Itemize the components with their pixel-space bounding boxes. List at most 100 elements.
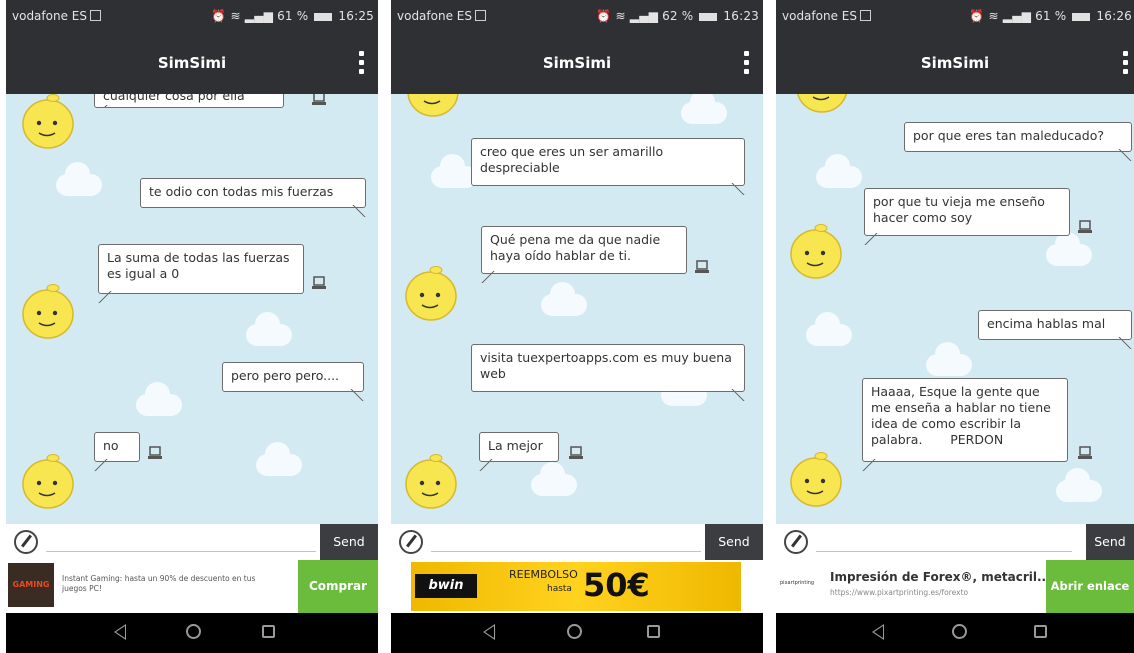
cloud-decoration	[531, 461, 577, 496]
ad-banner[interactable]: bwin REEMBOLSO hasta 50€	[391, 560, 763, 613]
battery-percent: 61 %	[1035, 9, 1067, 23]
clock: 16:26	[1096, 9, 1132, 23]
cloud-decoration	[1046, 231, 1092, 266]
message-input[interactable]	[431, 551, 701, 552]
report-icon[interactable]	[312, 94, 326, 106]
message-input-bar: Send	[6, 524, 378, 560]
back-icon[interactable]	[114, 624, 126, 640]
battery-percent: 61 %	[277, 9, 309, 23]
home-icon[interactable]	[186, 624, 201, 639]
app-title: SimSimi	[157, 54, 227, 72]
user-message: encima hablas mal	[978, 310, 1132, 349]
ad-buy-button[interactable]: Comprar	[298, 560, 378, 613]
cloud-decoration	[926, 341, 972, 376]
pencil-icon[interactable]	[399, 530, 423, 554]
battery-percent: 62 %	[662, 9, 694, 23]
signal-icon: ▂▄▆	[1002, 9, 1032, 23]
report-icon[interactable]	[569, 446, 583, 460]
simsimi-message: por que tu vieja me enseño hacer como so…	[864, 188, 1070, 245]
app-bar: SimSimi	[6, 34, 378, 94]
alarm-icon: ⏰	[596, 9, 612, 23]
simsimi-message: Qué pena me da que nadie haya oído habla…	[481, 226, 687, 283]
battery-icon	[699, 13, 718, 21]
report-icon[interactable]	[1078, 446, 1092, 460]
phone-screen-2: vodafone ES ⏰ ≋ ▂▄▆ 62 % 16:23 SimSimi c…	[391, 0, 763, 653]
user-message: pero pero pero....	[222, 362, 364, 401]
simsimi-message: cualquier cosa por ella	[94, 94, 284, 108]
ad-banner[interactable]: pixartprinting Impresión de Forex®, meta…	[776, 560, 1134, 613]
ad-open-link-button[interactable]: Abrir enlace	[1046, 560, 1134, 613]
overflow-menu-icon[interactable]	[352, 48, 370, 82]
send-button[interactable]: Send	[705, 524, 763, 560]
app-title: SimSimi	[542, 54, 612, 72]
carrier-label: vodafone ES	[12, 9, 87, 23]
message-input[interactable]	[46, 551, 316, 552]
report-icon[interactable]	[148, 446, 162, 460]
simsimi-avatar-icon	[797, 94, 847, 113]
carrier-label: vodafone ES	[397, 9, 472, 23]
recent-apps-icon[interactable]	[647, 625, 660, 638]
cloud-decoration	[1056, 467, 1102, 502]
overflow-menu-icon[interactable]	[1116, 48, 1134, 82]
android-nav-bar	[6, 613, 378, 653]
send-button[interactable]: Send	[1086, 524, 1134, 560]
user-message: te odio con todas mis fuerzas	[140, 178, 366, 217]
clock: 16:25	[338, 9, 374, 23]
recent-apps-icon[interactable]	[262, 625, 275, 638]
sim-icon	[859, 10, 871, 21]
simsimi-message: La suma de todas las fuerzas es igual a …	[98, 244, 304, 303]
message-input-bar: Send	[391, 524, 763, 560]
cloud-decoration	[681, 94, 727, 124]
report-icon[interactable]	[695, 260, 709, 274]
simsimi-avatar-icon	[407, 94, 459, 117]
cloud-decoration	[246, 311, 292, 346]
home-icon[interactable]	[567, 624, 582, 639]
cloud-decoration	[136, 381, 182, 416]
chat-area[interactable]: creo que eres un ser amarillo despreciab…	[391, 94, 763, 524]
alarm-icon: ⏰	[211, 9, 227, 23]
wifi-icon: ≋	[615, 9, 626, 23]
app-bar: SimSimi	[776, 34, 1134, 94]
battery-icon	[1072, 13, 1091, 21]
message-input[interactable]	[816, 551, 1072, 552]
cloud-decoration	[806, 311, 852, 346]
home-icon[interactable]	[952, 624, 967, 639]
simsimi-message: Haaaa, Esque la gente que me enseña a ha…	[862, 378, 1068, 471]
signal-icon: ▂▄▆	[244, 9, 274, 23]
wifi-icon: ≋	[230, 9, 241, 23]
status-bar: vodafone ES ⏰ ≋ ▂▄▆ 61 % 16:25	[6, 0, 378, 34]
signal-icon: ▂▄▆	[629, 9, 659, 23]
simsimi-avatar-icon	[790, 452, 842, 507]
send-button[interactable]: Send	[320, 524, 378, 560]
back-icon[interactable]	[872, 624, 884, 640]
simsimi-avatar-icon	[405, 454, 457, 509]
ad-amount: 50€	[583, 566, 650, 604]
app-title: SimSimi	[920, 54, 990, 72]
cloud-decoration	[56, 161, 102, 196]
cloud-decoration	[816, 153, 862, 188]
ad-line2: hasta	[547, 584, 572, 594]
alarm-icon: ⏰	[969, 9, 985, 23]
phone-screen-1: vodafone ES ⏰ ≋ ▂▄▆ 61 % 16:25 SimSimi c…	[6, 0, 378, 653]
sim-icon	[89, 10, 101, 21]
chat-area[interactable]: por que eres tan maleducado? por que tu …	[776, 94, 1134, 524]
ad-title: Impresión de Forex®, metacril...	[830, 570, 1051, 584]
user-message: por que eres tan maleducado?	[904, 122, 1132, 161]
chat-area[interactable]: cualquier cosa por ella te odio con toda…	[6, 94, 378, 524]
recent-apps-icon[interactable]	[1034, 625, 1047, 638]
ad-line1: REEMBOLSO	[509, 568, 578, 581]
pencil-icon[interactable]	[784, 530, 808, 554]
back-icon[interactable]	[483, 624, 495, 640]
ad-text: Instant Gaming: hasta un 90% de descuent…	[62, 574, 256, 593]
bwin-ad[interactable]: bwin REEMBOLSO hasta 50€	[411, 562, 741, 611]
overflow-menu-icon[interactable]	[737, 48, 755, 82]
sim-icon	[474, 10, 486, 21]
ad-url: https://www.pixartprinting.es/forexto	[830, 588, 969, 597]
pencil-icon[interactable]	[14, 530, 38, 554]
ad-banner[interactable]: GAMING Instant Gaming: hasta un 90% de d…	[6, 560, 378, 613]
simsimi-avatar-icon	[22, 454, 74, 509]
report-icon[interactable]	[312, 276, 326, 290]
simsimi-avatar-icon	[22, 284, 74, 339]
report-icon[interactable]	[1078, 220, 1092, 234]
ad-logo: GAMING	[8, 563, 54, 607]
